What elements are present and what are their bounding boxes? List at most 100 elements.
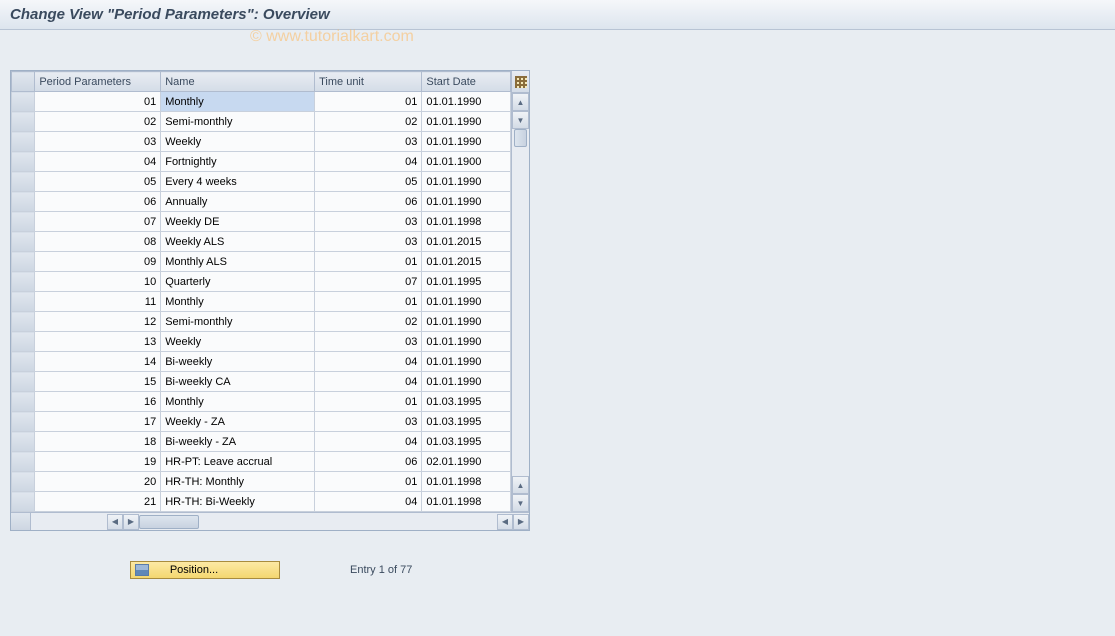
table-settings-icon[interactable] xyxy=(512,71,529,93)
scroll-track-vertical[interactable] xyxy=(512,129,529,476)
cell-name[interactable]: Bi-weekly CA xyxy=(161,372,315,392)
cell-period[interactable]: 15 xyxy=(35,372,161,392)
cell-name[interactable]: Annually xyxy=(161,192,315,212)
row-selector[interactable] xyxy=(12,192,35,212)
cell-period[interactable]: 17 xyxy=(35,412,161,432)
table-row[interactable]: 03Weekly0301.01.1990 xyxy=(12,132,511,152)
table-row[interactable]: 11Monthly0101.01.1990 xyxy=(12,292,511,312)
scroll-up-button[interactable]: ▲ xyxy=(512,93,529,111)
cell-startdate[interactable]: 02.01.1990 xyxy=(422,452,511,472)
scroll-left-button-2[interactable]: ◀ xyxy=(497,514,513,530)
cell-period[interactable]: 01 xyxy=(35,92,161,112)
row-selector[interactable] xyxy=(12,372,35,392)
cell-name[interactable]: Semi-monthly xyxy=(161,112,315,132)
table-row[interactable]: 10Quarterly0701.01.1995 xyxy=(12,272,511,292)
row-selector[interactable] xyxy=(12,152,35,172)
cell-period[interactable]: 07 xyxy=(35,212,161,232)
cell-period[interactable]: 21 xyxy=(35,492,161,512)
cell-timeunit[interactable]: 04 xyxy=(315,372,422,392)
cell-startdate[interactable]: 01.01.2015 xyxy=(422,232,511,252)
cell-timeunit[interactable]: 01 xyxy=(315,252,422,272)
cell-startdate[interactable]: 01.03.1995 xyxy=(422,412,511,432)
scroll-right-button-2[interactable]: ▶ xyxy=(513,514,529,530)
table-row[interactable]: 04Fortnightly0401.01.1900 xyxy=(12,152,511,172)
scroll-down-button[interactable]: ▼ xyxy=(512,111,529,129)
cell-name[interactable]: HR-TH: Bi-Weekly xyxy=(161,492,315,512)
cell-startdate[interactable]: 01.01.1990 xyxy=(422,352,511,372)
cell-period[interactable]: 06 xyxy=(35,192,161,212)
row-selector[interactable] xyxy=(12,112,35,132)
row-selector[interactable] xyxy=(12,212,35,232)
row-selector[interactable] xyxy=(12,272,35,292)
cell-name[interactable]: Weekly xyxy=(161,332,315,352)
cell-timeunit[interactable]: 02 xyxy=(315,312,422,332)
cell-name[interactable]: Weekly ALS xyxy=(161,232,315,252)
cell-timeunit[interactable]: 04 xyxy=(315,152,422,172)
cell-startdate[interactable]: 01.01.1998 xyxy=(422,492,511,512)
scroll-up-button-bottom[interactable]: ▲ xyxy=(512,476,529,494)
cell-name[interactable]: Weekly - ZA xyxy=(161,412,315,432)
cell-name[interactable]: Fortnightly xyxy=(161,152,315,172)
cell-timeunit[interactable]: 01 xyxy=(315,92,422,112)
cell-timeunit[interactable]: 07 xyxy=(315,272,422,292)
cell-startdate[interactable]: 01.01.2015 xyxy=(422,252,511,272)
row-selector[interactable] xyxy=(12,172,35,192)
table-row[interactable]: 09Monthly ALS0101.01.2015 xyxy=(12,252,511,272)
column-header-startdate[interactable]: Start Date xyxy=(422,72,511,92)
cell-name[interactable]: Every 4 weeks xyxy=(161,172,315,192)
cell-period[interactable]: 11 xyxy=(35,292,161,312)
scroll-thumb-horizontal[interactable] xyxy=(139,515,199,529)
table-row[interactable]: 01Monthly0101.01.1990 xyxy=(12,92,511,112)
cell-period[interactable]: 10 xyxy=(35,272,161,292)
row-selector[interactable] xyxy=(12,252,35,272)
scroll-down-button-bottom[interactable]: ▼ xyxy=(512,494,529,512)
cell-timeunit[interactable]: 03 xyxy=(315,332,422,352)
cell-period[interactable]: 16 xyxy=(35,392,161,412)
cell-startdate[interactable]: 01.01.1990 xyxy=(422,112,511,132)
cell-startdate[interactable]: 01.01.1998 xyxy=(422,212,511,232)
cell-timeunit[interactable]: 06 xyxy=(315,452,422,472)
row-selector[interactable] xyxy=(12,92,35,112)
cell-name[interactable]: Weekly DE xyxy=(161,212,315,232)
cell-timeunit[interactable]: 03 xyxy=(315,412,422,432)
table-row[interactable]: 15Bi-weekly CA0401.01.1990 xyxy=(12,372,511,392)
table-row[interactable]: 07Weekly DE0301.01.1998 xyxy=(12,212,511,232)
column-header-timeunit[interactable]: Time unit xyxy=(315,72,422,92)
table-row[interactable]: 16Monthly0101.03.1995 xyxy=(12,392,511,412)
table-row[interactable]: 05Every 4 weeks0501.01.1990 xyxy=(12,172,511,192)
cell-startdate[interactable]: 01.01.1990 xyxy=(422,192,511,212)
horizontal-scrollbar[interactable]: ◀ ▶ ◀ ▶ xyxy=(11,512,529,530)
cell-startdate[interactable]: 01.01.1990 xyxy=(422,292,511,312)
cell-timeunit[interactable]: 05 xyxy=(315,172,422,192)
cell-timeunit[interactable]: 04 xyxy=(315,492,422,512)
table-row[interactable]: 17Weekly - ZA0301.03.1995 xyxy=(12,412,511,432)
position-button[interactable]: Position... xyxy=(130,561,280,579)
cell-name[interactable]: Bi-weekly - ZA xyxy=(161,432,315,452)
cell-period[interactable]: 04 xyxy=(35,152,161,172)
cell-timeunit[interactable]: 01 xyxy=(315,392,422,412)
column-header-period[interactable]: Period Parameters xyxy=(35,72,161,92)
row-selector[interactable] xyxy=(12,292,35,312)
cell-timeunit[interactable]: 02 xyxy=(315,112,422,132)
cell-name[interactable]: Monthly xyxy=(161,392,315,412)
cell-period[interactable]: 14 xyxy=(35,352,161,372)
cell-startdate[interactable]: 01.01.1990 xyxy=(422,172,511,192)
scroll-track-horizontal[interactable] xyxy=(139,514,497,530)
table-row[interactable]: 18Bi-weekly - ZA0401.03.1995 xyxy=(12,432,511,452)
cell-timeunit[interactable]: 03 xyxy=(315,212,422,232)
cell-period[interactable]: 09 xyxy=(35,252,161,272)
table-row[interactable]: 19HR-PT: Leave accrual0602.01.1990 xyxy=(12,452,511,472)
cell-period[interactable]: 03 xyxy=(35,132,161,152)
row-selector[interactable] xyxy=(12,312,35,332)
cell-name[interactable]: Monthly ALS xyxy=(161,252,315,272)
row-selector[interactable] xyxy=(12,232,35,252)
cell-period[interactable]: 02 xyxy=(35,112,161,132)
table-row[interactable]: 06Annually0601.01.1990 xyxy=(12,192,511,212)
cell-timeunit[interactable]: 03 xyxy=(315,132,422,152)
cell-name[interactable]: Monthly xyxy=(161,92,315,112)
table-row[interactable]: 21HR-TH: Bi-Weekly0401.01.1998 xyxy=(12,492,511,512)
cell-startdate[interactable]: 01.01.1900 xyxy=(422,152,511,172)
row-selector-header[interactable] xyxy=(12,72,35,92)
row-selector[interactable] xyxy=(12,332,35,352)
cell-name[interactable]: Bi-weekly xyxy=(161,352,315,372)
